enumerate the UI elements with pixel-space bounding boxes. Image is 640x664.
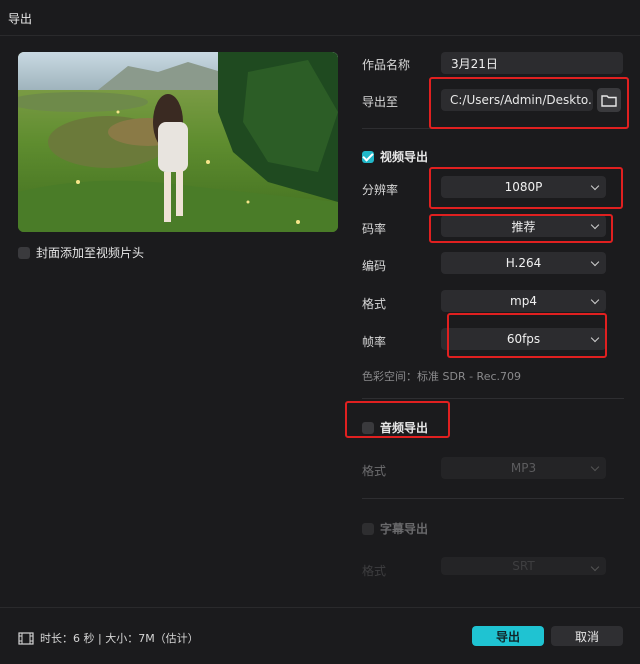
framerate-value: 60fps <box>506 332 541 346</box>
codec-label: 编码 <box>362 259 387 273</box>
cancel-button[interactable]: 取消 <box>551 626 623 646</box>
work-name-input[interactable]: 3月21日 <box>441 52 623 74</box>
chevron-down-icon <box>590 257 600 267</box>
bitrate-value: 推荐 <box>511 219 536 234</box>
divider <box>362 498 624 499</box>
subtitle-export-toggle[interactable]: 字幕导出 <box>362 520 428 537</box>
subtitle-format-select[interactable]: SRT <box>441 557 606 575</box>
video-format-select[interactable]: mp4 <box>441 290 606 312</box>
audio-export-checkbox[interactable] <box>362 421 374 434</box>
folder-icon <box>601 94 617 107</box>
subtitle-format-label: 格式 <box>362 564 387 578</box>
bitrate-label: 码率 <box>362 222 387 236</box>
resolution-value: 1080P <box>504 180 543 194</box>
chevron-down-icon <box>590 562 600 572</box>
export-info: 时长：6 秒 | 大小：7M（估计） <box>18 630 199 646</box>
duration-size-text: 时长：6 秒 | 大小：7M（估计） <box>40 632 199 645</box>
cover-option-label: 封面添加至视频片头 <box>36 246 145 260</box>
audio-format-select[interactable]: MP3 <box>441 457 606 479</box>
footer: 时长：6 秒 | 大小：7M（估计） <box>0 607 640 664</box>
browse-folder-button[interactable] <box>597 88 621 112</box>
chevron-down-icon <box>590 333 600 343</box>
audio-export-label: 音频导出 <box>380 421 429 435</box>
preview-image <box>18 52 338 232</box>
resolution-select[interactable]: 1080P <box>441 176 606 198</box>
subtitle-export-checkbox[interactable] <box>362 522 374 535</box>
audio-format-label: 格式 <box>362 464 387 478</box>
cover-option[interactable]: 封面添加至视频片头 <box>18 244 144 261</box>
chevron-down-icon <box>590 220 600 230</box>
work-name-label: 作品名称 <box>362 58 411 72</box>
divider <box>362 398 624 399</box>
subtitle-format-value: SRT <box>512 559 535 573</box>
chevron-down-icon <box>590 295 600 305</box>
resolution-label: 分辨率 <box>362 183 399 197</box>
chevron-down-icon <box>590 462 600 472</box>
chevron-down-icon <box>590 181 600 191</box>
film-icon <box>18 631 34 645</box>
framerate-select[interactable]: 60fps <box>441 328 606 350</box>
export-button[interactable]: 导出 <box>472 626 544 646</box>
cover-checkbox[interactable] <box>18 246 30 259</box>
codec-select[interactable]: H.264 <box>441 252 606 274</box>
export-path-input[interactable]: C:/Users/Admin/Deskto... <box>441 89 593 111</box>
window-title: 导出 <box>8 12 33 26</box>
video-preview[interactable] <box>18 52 338 232</box>
video-format-value: mp4 <box>510 294 537 308</box>
audio-export-toggle[interactable]: 音频导出 <box>362 419 428 436</box>
colorspace-info: 色彩空间：标准 SDR - Rec.709 <box>362 370 522 383</box>
title-bar: 导出 <box>0 0 640 36</box>
bitrate-select[interactable]: 推荐 <box>441 215 606 237</box>
video-export-toggle[interactable]: 视频导出 <box>362 148 428 165</box>
codec-value: H.264 <box>505 256 542 270</box>
audio-format-value: MP3 <box>510 461 537 475</box>
video-export-label: 视频导出 <box>380 150 429 164</box>
export-path-label: 导出至 <box>362 95 399 109</box>
divider <box>362 128 624 129</box>
subtitle-export-label: 字幕导出 <box>380 522 429 536</box>
video-export-checkbox[interactable] <box>362 150 374 163</box>
video-format-label: 格式 <box>362 297 387 311</box>
framerate-label: 帧率 <box>362 335 387 349</box>
